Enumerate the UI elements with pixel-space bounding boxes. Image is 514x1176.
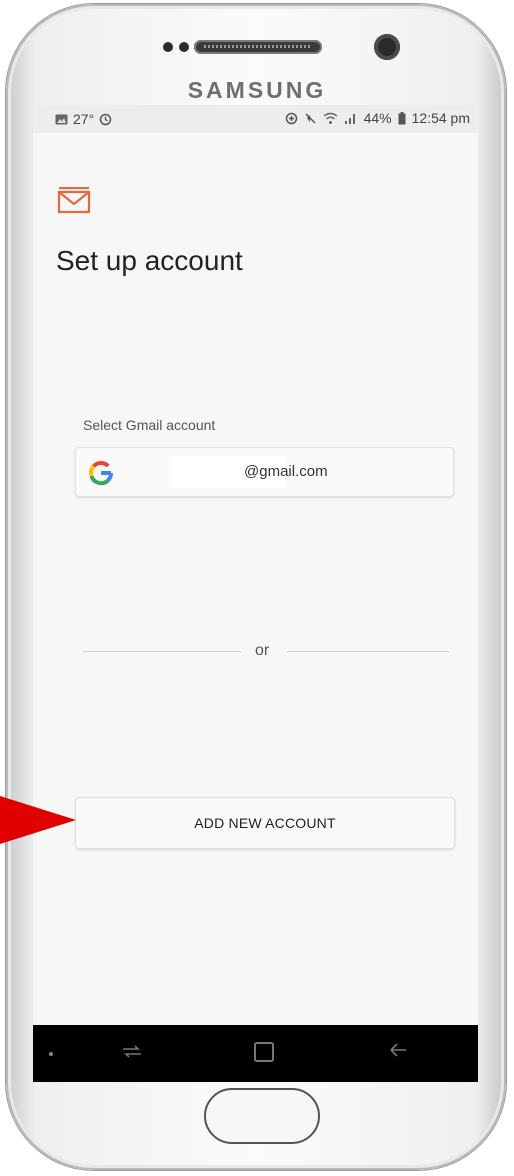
signal-icon	[344, 113, 355, 124]
nav-indicator-dot	[49, 1052, 53, 1056]
navigation-bar	[33, 1025, 478, 1082]
brand-logo: SAMSUNG	[187, 77, 327, 103]
clock: 12:54 pm	[411, 110, 470, 126]
page-title: Set up account	[56, 245, 243, 276]
wifi-icon	[323, 112, 338, 124]
temperature-text: 27°	[73, 111, 95, 127]
sensor-dots	[163, 42, 189, 52]
recent-apps-icon[interactable]	[121, 1040, 143, 1062]
account-email: @gmail.com	[244, 463, 328, 480]
battery-percent: 44%	[363, 110, 392, 126]
gmail-account-item[interactable]: @gmail.com	[75, 447, 454, 497]
home-icon[interactable]	[254, 1042, 274, 1062]
front-camera	[374, 34, 400, 60]
mail-icon	[57, 187, 91, 214]
phone-screen: 27° 44% 12:54 pm Set up account Select G…	[33, 105, 478, 1082]
back-icon[interactable]	[387, 1039, 409, 1061]
status-bar: 27° 44% 12:54 pm	[33, 105, 478, 133]
divider-line-left	[83, 651, 241, 652]
sync-icon	[99, 113, 112, 125]
add-new-account-button[interactable]: ADD NEW ACCOUNT	[75, 797, 455, 849]
data-saver-icon	[285, 112, 297, 124]
gmail-section-label: Select Gmail account	[83, 417, 216, 433]
gallery-icon	[55, 114, 68, 124]
mute-icon	[305, 112, 316, 124]
divider-line-right	[287, 651, 449, 652]
home-hardware-button[interactable]	[204, 1088, 320, 1144]
status-left: 27°	[55, 111, 112, 127]
earpiece-speaker	[194, 40, 322, 54]
divider-or-text: or	[255, 642, 270, 659]
battery-icon	[398, 111, 406, 124]
pointer-arrow-icon	[0, 796, 76, 844]
google-icon	[89, 460, 113, 486]
status-right: 44% 12:54 pm	[285, 110, 470, 126]
